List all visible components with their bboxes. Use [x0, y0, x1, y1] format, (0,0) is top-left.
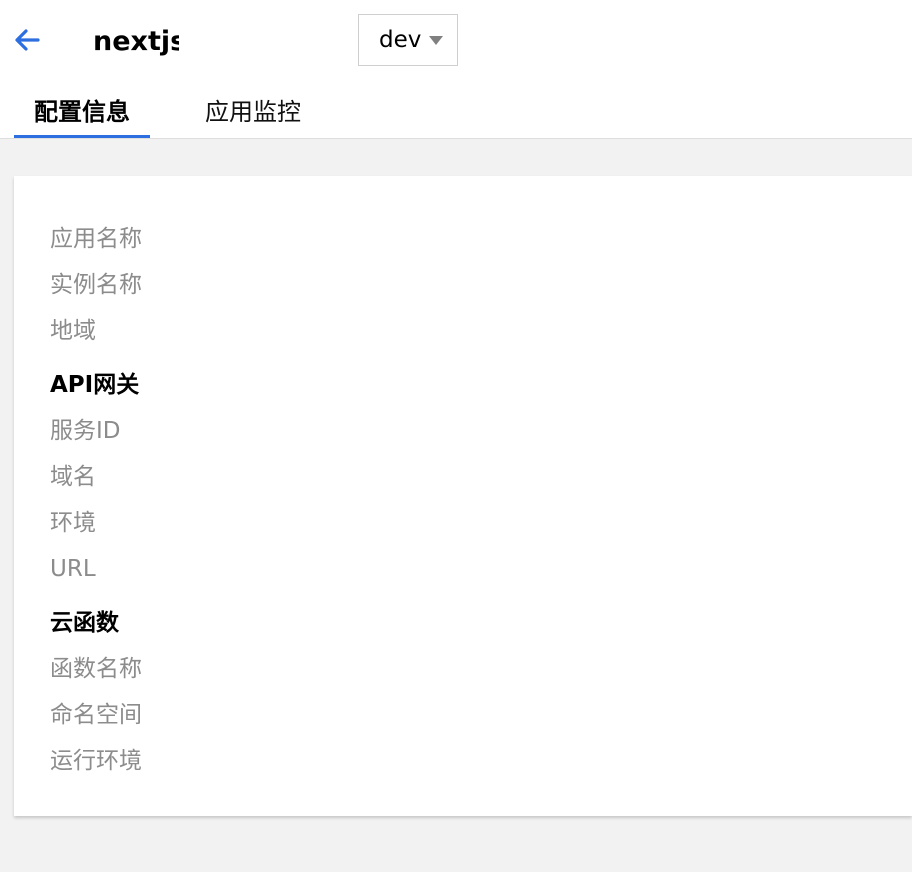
cloud-function-heading: 云函数: [50, 610, 119, 636]
environment-label: 环境: [50, 510, 96, 536]
service-id-label: 服务ID: [50, 418, 121, 444]
namespace-label: 命名空间: [50, 702, 142, 728]
arrow-left-icon: [10, 24, 44, 56]
region-label: 地域: [50, 318, 96, 344]
url-label: URL: [50, 556, 96, 582]
domain-label: 域名: [50, 464, 96, 490]
api-gateway-heading: API网关: [50, 372, 140, 398]
app-name-label: 应用名称: [50, 226, 142, 252]
app-title: nextjs-: [93, 26, 179, 57]
runtime-label: 运行环境: [50, 748, 142, 774]
app-header: nextjs- dev 配置信息 应用监控: [0, 0, 912, 139]
environment-select-value: dev: [379, 27, 422, 53]
config-card: 应用名称 实例名称 地域 API网关 服务ID 域名 环境 URL 云函数 函数…: [14, 176, 912, 816]
back-button[interactable]: [10, 24, 44, 56]
caret-down-icon: [429, 36, 443, 45]
instance-name-label: 实例名称: [50, 272, 142, 298]
function-name-label: 函数名称: [50, 656, 142, 682]
environment-select[interactable]: dev: [358, 14, 458, 66]
tab-config-info[interactable]: 配置信息: [14, 96, 150, 138]
tab-app-monitoring[interactable]: 应用监控: [205, 96, 301, 138]
